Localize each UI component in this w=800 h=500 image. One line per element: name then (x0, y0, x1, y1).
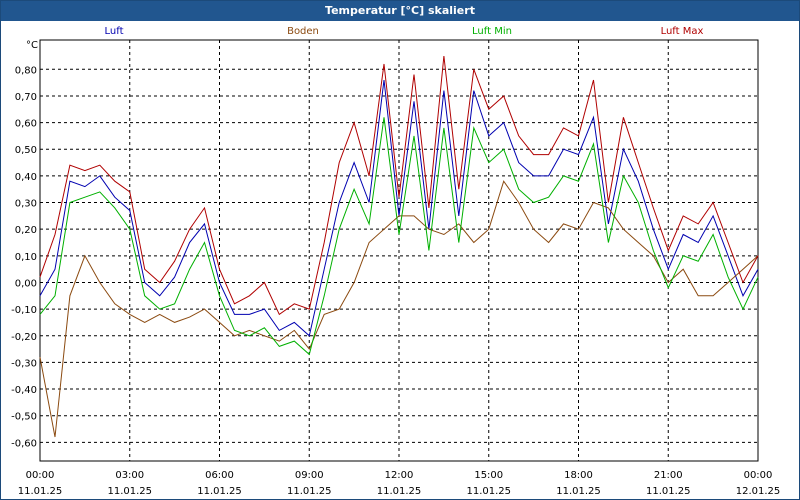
y-tick-label: 0,10 (15, 252, 37, 263)
y-tick-label: -0,60 (11, 438, 37, 449)
y-tick-label: 0,40 (15, 172, 37, 183)
x-tick-time-label: 18:00 (564, 470, 593, 481)
y-tick-label: 0,00 (15, 278, 37, 289)
legend-item-luft: Luft (105, 26, 124, 37)
y-tick-label: -0,20 (11, 332, 37, 343)
x-tick-date-label: 11.01.25 (107, 486, 152, 497)
x-tick-date-label: 11.01.25 (197, 486, 242, 497)
x-tick-time-label: 15:00 (474, 470, 503, 481)
x-tick-time-label: 06:00 (205, 470, 234, 481)
line-chart: Luft Boden Luft Min Luft Max °C -0,60-0,50-… (11, 26, 781, 497)
legend-item-luft-min: Luft Min (472, 26, 512, 37)
x-tick-time-label: 03:00 (115, 470, 144, 481)
y-tick-label: -0,10 (11, 305, 37, 316)
x-tick-date-label: 11.01.25 (377, 486, 422, 497)
legend-item-boden: Boden (287, 26, 319, 37)
x-tick-time-label: 00:00 (744, 470, 773, 481)
x-tick-date-label: 11.01.25 (646, 486, 691, 497)
y-tick-label: 0,50 (15, 145, 37, 156)
y-tick-label: 0,80 (15, 65, 37, 76)
x-tick-time-label: 21:00 (654, 470, 683, 481)
y-tick-label: 0,30 (15, 199, 37, 210)
x-tick-time-label: 09:00 (295, 470, 324, 481)
x-tick-date-label: 11.01.25 (287, 486, 332, 497)
x-tick-date-label: 11.01.25 (466, 486, 511, 497)
y-tick-label: 0,20 (15, 225, 37, 236)
y-tick-label: -0,40 (11, 385, 37, 396)
grid (40, 40, 758, 461)
y-tick-label: 0,60 (15, 119, 37, 130)
legend-item-luft-max: Luft Max (661, 26, 704, 37)
y-tick-label: -0,50 (11, 412, 37, 423)
y-axis: -0,60 -0,50 -0,40 -0,30 -0,20 -0,10 0,00 0,10 0,… (11, 65, 37, 449)
y-tick-label: 0,70 (15, 92, 37, 103)
x-tick-date-label: 11.01.25 (556, 486, 601, 497)
y-unit-label: °C (26, 40, 38, 51)
legend: Luft Boden Luft Min Luft Max (105, 26, 704, 37)
x-axis: 00:00 11.01.25 03:00 11.01.25 06:00 11.01.25 0… (18, 470, 781, 497)
x-tick-date-label: 12.01.25 (736, 486, 781, 497)
x-tick-time-label: 12:00 (385, 470, 414, 481)
x-tick-time-label: 00:00 (26, 470, 55, 481)
y-tick-label: -0,30 (11, 358, 37, 369)
x-tick-date-label: 11.01.25 (18, 486, 63, 497)
